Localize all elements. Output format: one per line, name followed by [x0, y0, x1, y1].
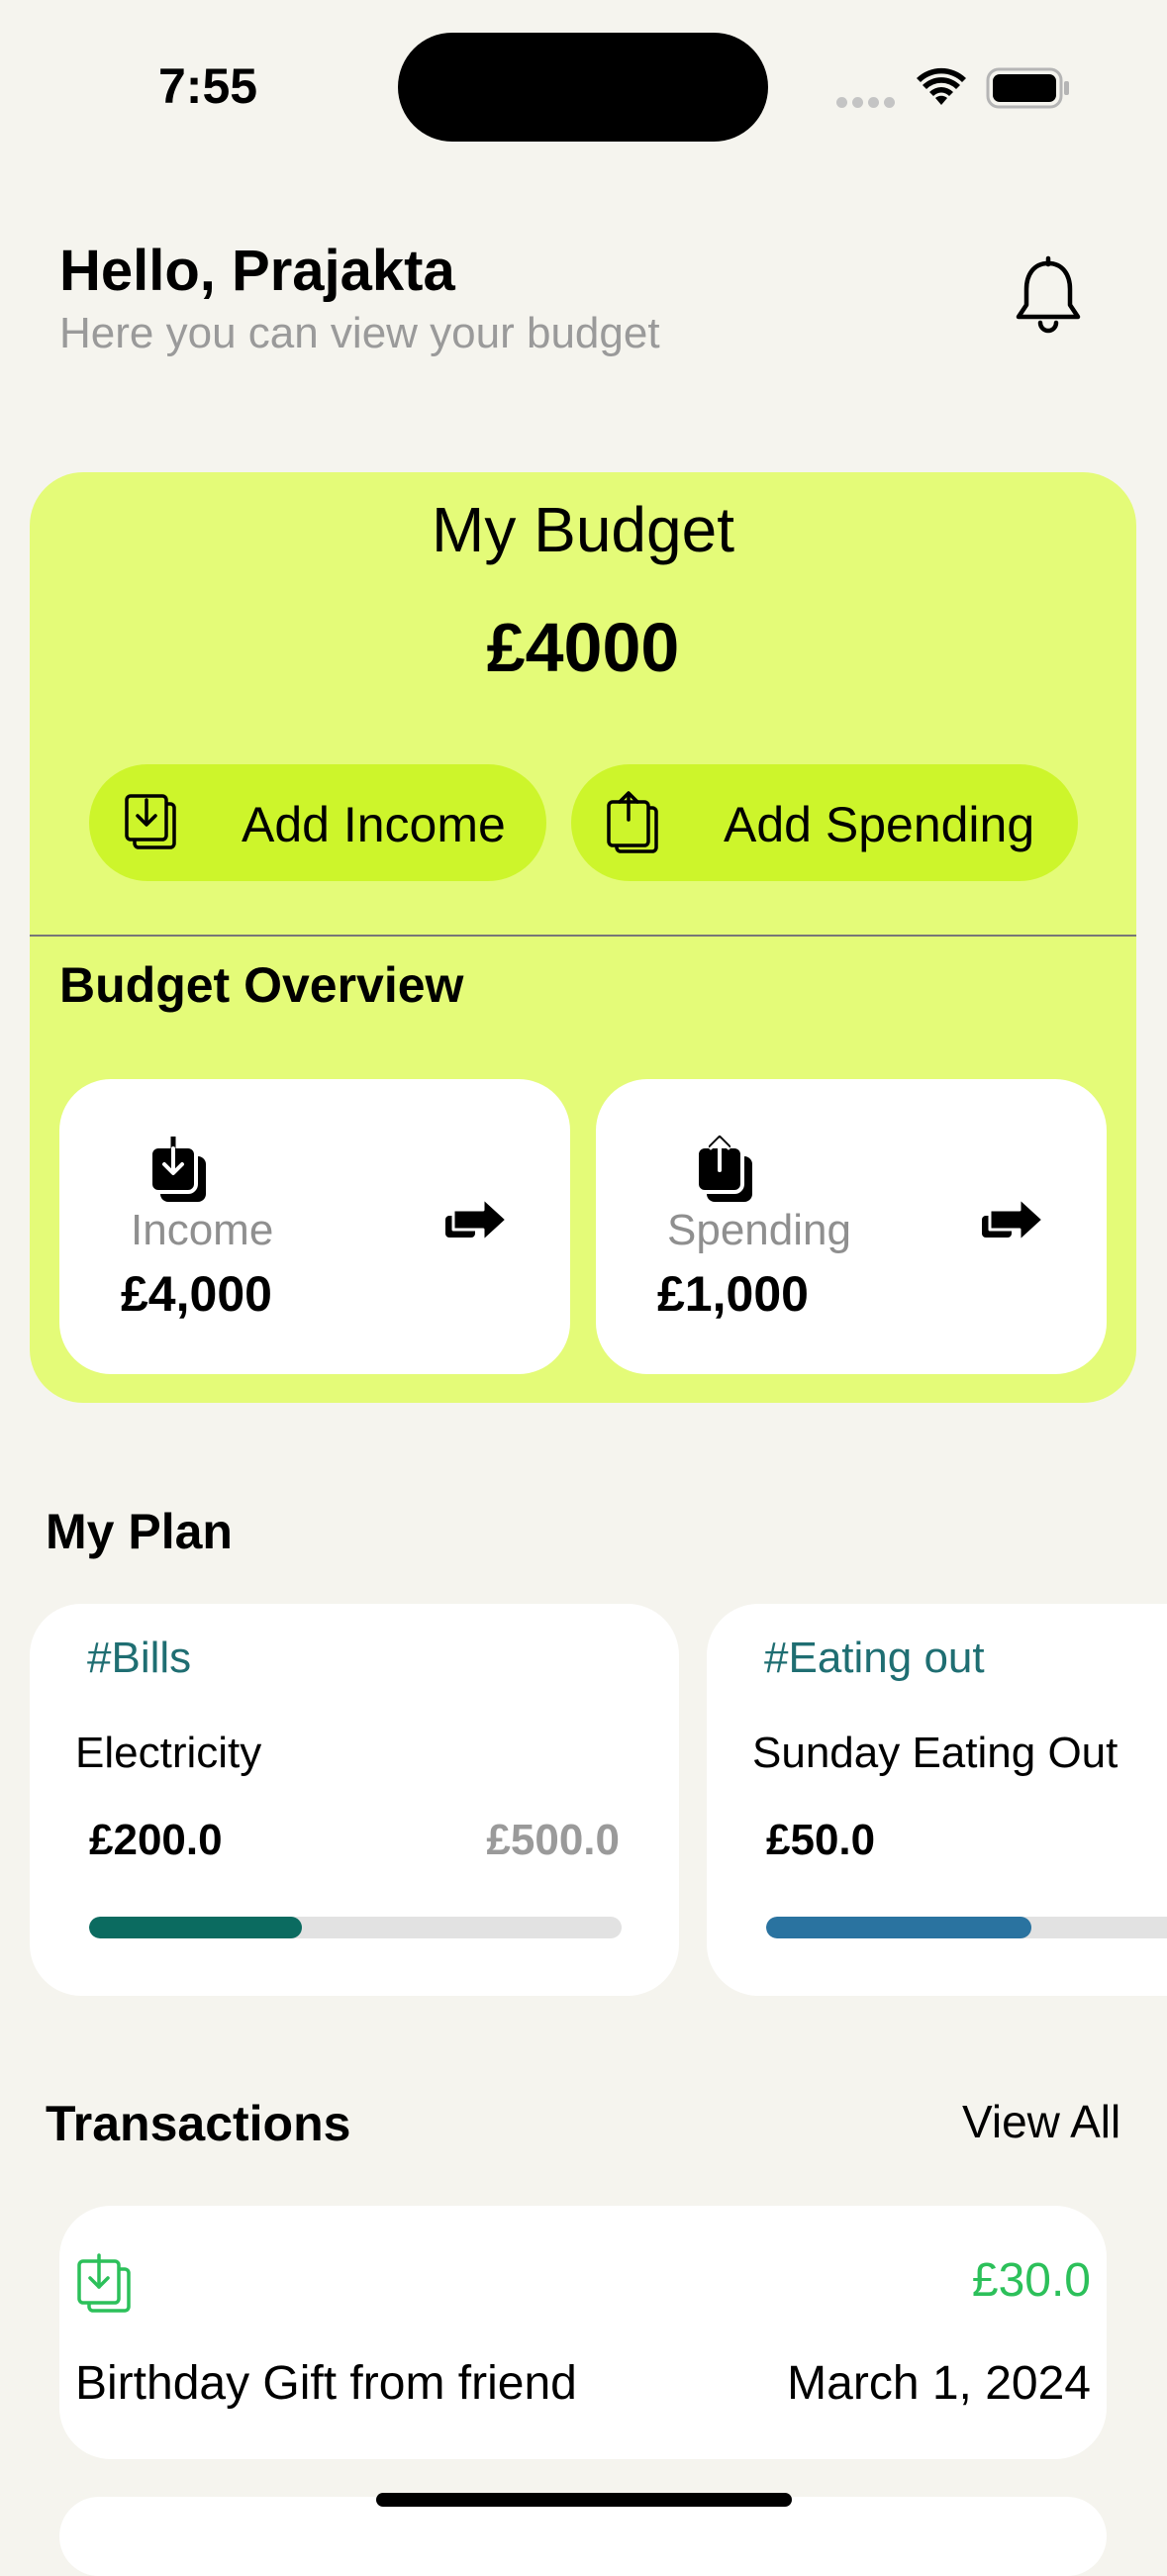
transaction-date: March 1, 2024 — [787, 2357, 1091, 2410]
add-spending-button[interactable]: Add Spending — [571, 764, 1078, 881]
arrow-right-icon — [445, 1196, 509, 1243]
status-time: 7:55 — [158, 58, 258, 114]
income-icon — [148, 1137, 206, 1202]
my-plan-title: My Plan — [46, 1504, 233, 1559]
plan-progress-fill — [89, 1917, 303, 1938]
plan-card[interactable]: #Eating out Sunday Eating Out £50.0 — [707, 1604, 1167, 1996]
transaction-row[interactable]: £30.0 Birthday Gift from friend March 1,… — [59, 2206, 1107, 2459]
battery-icon — [986, 67, 1069, 109]
plan-tag: #Eating out — [764, 1634, 985, 1682]
spending-amount: £1,000 — [657, 1266, 809, 1322]
add-income-label: Add Income — [242, 797, 506, 852]
spending-overview-card[interactable]: Spending £1,000 — [596, 1079, 1107, 1374]
divider — [30, 935, 1136, 937]
plan-tag: #Bills — [87, 1634, 192, 1682]
add-income-button[interactable]: Add Income — [89, 764, 546, 881]
greeting-subtitle: Here you can view your budget — [59, 309, 660, 357]
view-all-link[interactable]: View All — [962, 2095, 1120, 2148]
plan-card[interactable]: #Bills Electricity £200.0 £500.0 — [30, 1604, 679, 1996]
income-label: Income — [131, 1206, 274, 1254]
plan-progress-bar — [89, 1917, 622, 1938]
budget-amount: £4000 — [486, 609, 680, 686]
plan-name: Electricity — [75, 1729, 262, 1777]
wifi-icon — [917, 67, 966, 105]
budget-title: My Budget — [432, 494, 734, 565]
budget-overview-title: Budget Overview — [59, 957, 464, 1013]
income-amount: £4,000 — [121, 1266, 272, 1322]
plan-spent: £200.0 — [89, 1816, 223, 1864]
dynamic-island — [398, 33, 768, 142]
plan-progress-fill — [766, 1917, 1032, 1938]
transaction-description: Birthday Gift from friend — [75, 2357, 577, 2410]
spending-icon — [607, 791, 658, 853]
income-icon — [125, 794, 176, 849]
plan-spent: £50.0 — [766, 1816, 876, 1864]
spending-icon — [695, 1136, 752, 1202]
transaction-row[interactable] — [59, 2497, 1107, 2576]
home-indicator[interactable] — [376, 2493, 792, 2507]
spending-label: Spending — [667, 1206, 851, 1254]
cellular-signal-icon — [836, 95, 900, 113]
transaction-amount: £30.0 — [971, 2254, 1091, 2307]
plan-limit: £500.0 — [486, 1816, 620, 1864]
income-overview-card[interactable]: Income £4,000 — [59, 1079, 570, 1374]
add-spending-label: Add Spending — [724, 797, 1035, 852]
income-icon — [77, 2253, 131, 2313]
plan-name: Sunday Eating Out — [752, 1729, 1118, 1777]
plan-progress-bar — [766, 1917, 1167, 1938]
bell-icon[interactable] — [1010, 255, 1087, 335]
arrow-right-icon — [982, 1196, 1045, 1243]
transactions-title: Transactions — [46, 2096, 351, 2151]
greeting-heading: Hello, Prajakta — [59, 239, 455, 303]
